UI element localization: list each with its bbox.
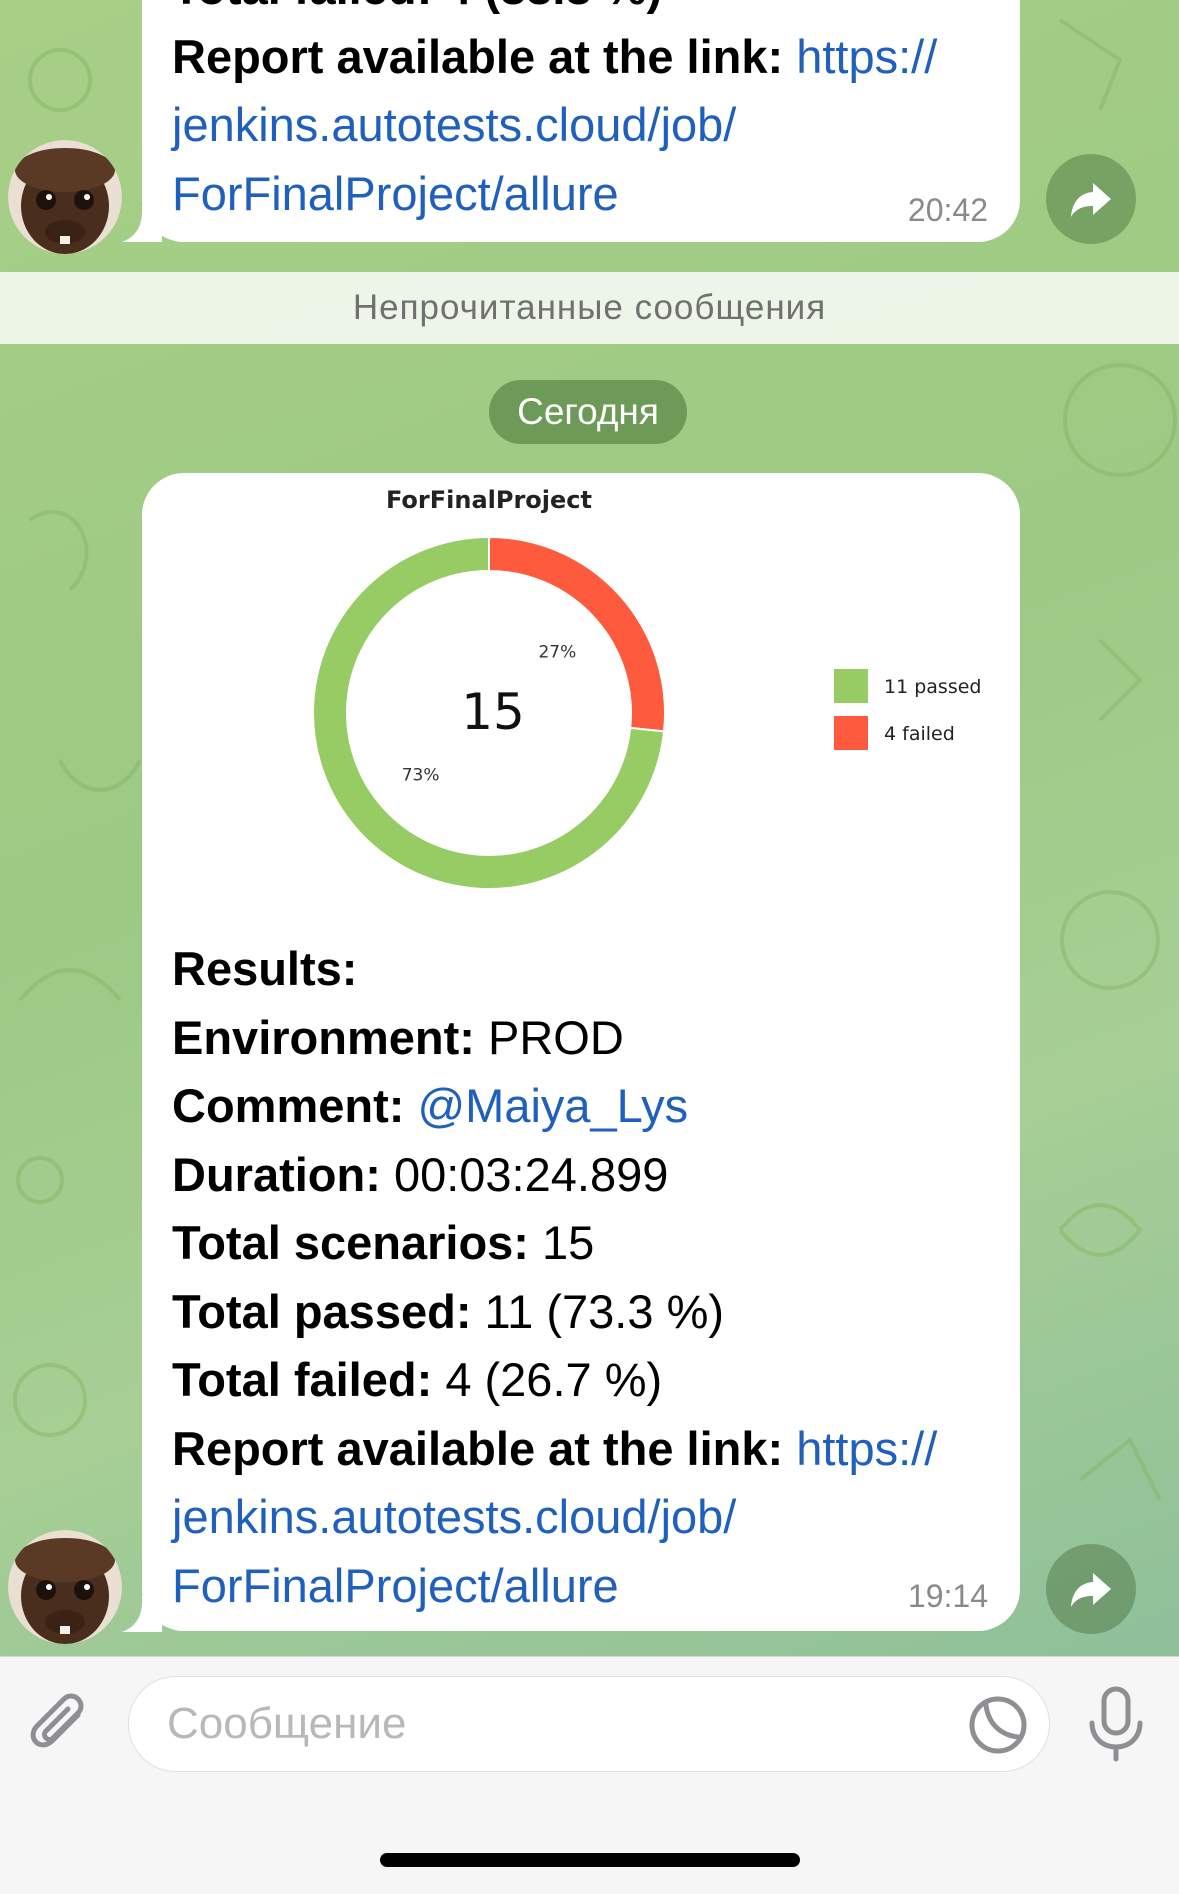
report-label: Report available at the link: bbox=[172, 1421, 784, 1475]
report-link-part3[interactable]: ForFinalProject/allure bbox=[172, 1552, 990, 1621]
duration-label: Duration: bbox=[172, 1147, 381, 1201]
message-input[interactable] bbox=[128, 1676, 1050, 1772]
forward-icon bbox=[1071, 183, 1111, 217]
message-partial-line: Total failed: 4 (33.3 %) bbox=[172, 0, 990, 23]
environment-label: Environment: bbox=[172, 1010, 475, 1064]
duration-value: 00:03:24.899 bbox=[393, 1147, 669, 1201]
sticker-icon bbox=[969, 1696, 1027, 1754]
home-indicator bbox=[380, 1853, 800, 1867]
legend-label-passed: 11 passed bbox=[884, 676, 981, 698]
attach-button[interactable] bbox=[26, 1693, 98, 1765]
message-time: 20:42 bbox=[907, 192, 988, 228]
report-link-part2[interactable]: jenkins.autotests.cloud/job/ bbox=[172, 1483, 990, 1552]
scenarios-label: Total scenarios: bbox=[172, 1216, 529, 1269]
report-link-part1[interactable]: https:// bbox=[796, 1422, 937, 1475]
passed-label: Total passed: bbox=[172, 1284, 472, 1338]
sender-avatar[interactable] bbox=[8, 1530, 122, 1644]
allure-pie-chart[interactable]: ForFinalProject 15 27% 73% 11 passed 4 fai… bbox=[142, 473, 1020, 903]
sender-avatar[interactable] bbox=[8, 140, 122, 254]
message-time: 19:14 bbox=[907, 1578, 988, 1614]
llama-avatar-image bbox=[8, 140, 122, 254]
chart-center-total: 15 bbox=[461, 683, 525, 741]
message-text: Total failed: 4 (33.3 %) Report availabl… bbox=[172, 0, 990, 228]
report-link-part1[interactable]: https:// bbox=[796, 30, 937, 83]
report-link-part2[interactable]: jenkins.autotests.cloud/job/ bbox=[172, 91, 990, 160]
comment-label: Comment: bbox=[172, 1079, 405, 1132]
results-label: Results: bbox=[172, 942, 358, 995]
passed-value: 11 (73.3 %) bbox=[484, 1284, 725, 1338]
forward-button-report[interactable] bbox=[1046, 1544, 1136, 1634]
chart-percent-label-failed: 27% bbox=[538, 642, 576, 662]
failed-label: Total failed: bbox=[172, 1353, 433, 1406]
report-link-part3[interactable]: ForFinalProject/allure bbox=[172, 160, 990, 229]
message-bubble-report[interactable]: ForFinalProject 15 27% 73% 11 passed 4 fai… bbox=[142, 473, 1020, 1631]
voice-record-button[interactable] bbox=[1080, 1685, 1152, 1765]
microphone-icon bbox=[1089, 1686, 1143, 1762]
scenarios-value: 15 bbox=[542, 1216, 595, 1269]
forward-icon bbox=[1071, 1573, 1111, 1607]
sticker-button[interactable] bbox=[966, 1693, 1030, 1757]
chart-title: ForFinalProject bbox=[386, 486, 592, 514]
comment-mention-link[interactable]: @Maiya_Lys bbox=[417, 1079, 688, 1132]
environment-value: PROD bbox=[487, 1010, 624, 1064]
report-label: Report available at the link: bbox=[172, 29, 784, 83]
forward-button-previous[interactable] bbox=[1046, 154, 1136, 244]
date-separator: Сегодня bbox=[489, 380, 687, 444]
unread-messages-separator: Непрочитанные сообщения bbox=[0, 272, 1179, 344]
llama-avatar-image bbox=[8, 1530, 122, 1644]
failed-value: 4 (26.7 %) bbox=[445, 1353, 663, 1406]
message-text: Results: Environment: PROD Comment: @Mai… bbox=[172, 935, 990, 1620]
chart-percent-label-passed: 73% bbox=[402, 766, 440, 786]
message-bubble-previous[interactable]: Total failed: 4 (33.3 %) Report availabl… bbox=[142, 0, 1020, 242]
legend-swatch-passed bbox=[834, 669, 868, 703]
legend-swatch-failed bbox=[834, 716, 868, 750]
legend-label-failed: 4 failed bbox=[884, 723, 955, 745]
paperclip-icon bbox=[30, 1693, 84, 1748]
